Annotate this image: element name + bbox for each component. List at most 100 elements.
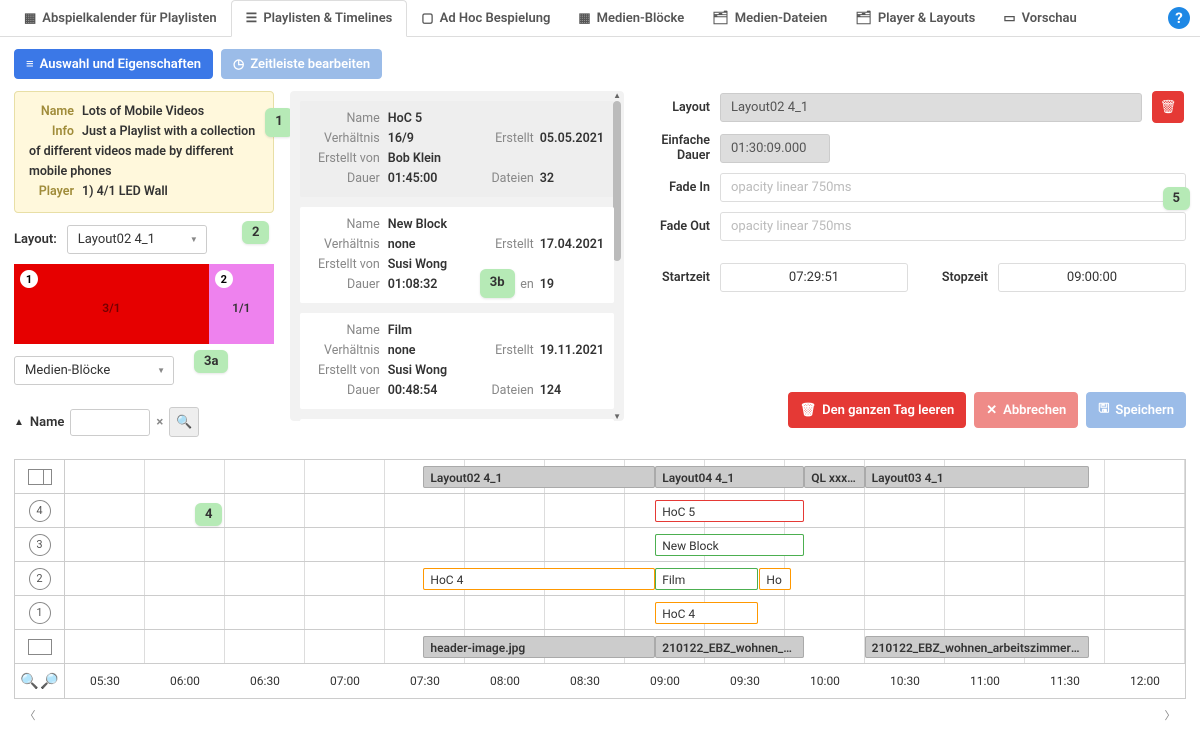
badge-2: 2 bbox=[242, 221, 269, 244]
timeline-head-footer bbox=[15, 630, 65, 663]
toolbar: ≡Auswahl und Eigenschaften ◷Zeitleiste b… bbox=[0, 37, 1200, 91]
delete-button[interactable]: 🗑 bbox=[1152, 91, 1184, 123]
scrollbar[interactable] bbox=[613, 101, 621, 261]
square-icon: ▢ bbox=[421, 11, 433, 26]
time-label: 12:00 bbox=[1105, 664, 1185, 698]
timeline-bar[interactable]: QL xxx vi... bbox=[804, 466, 864, 488]
badge-3b: 3b bbox=[480, 269, 515, 298]
timeline-bar[interactable]: Film bbox=[655, 568, 758, 590]
time-label: 06:00 bbox=[145, 664, 225, 698]
sort-asc-icon[interactable]: ▲ bbox=[14, 417, 24, 428]
layout-label: Layout: bbox=[14, 232, 57, 247]
timeline-bar[interactable]: HoC 4 bbox=[423, 568, 655, 590]
chevron-left-icon[interactable]: 〈 bbox=[22, 707, 38, 723]
timeline-bar[interactable]: HoC 4 bbox=[655, 602, 758, 624]
block-type-select[interactable]: Medien-Blöcke bbox=[14, 356, 174, 385]
search-icon: 🔍 bbox=[176, 415, 192, 430]
time-label: 06:30 bbox=[225, 664, 305, 698]
block-card[interactable]: NameHoC 4 VerhältnisnoneErstellt01.06.20… bbox=[300, 419, 614, 421]
files-icon: 🗂 bbox=[712, 11, 729, 26]
grid-icon: ▦ bbox=[578, 11, 590, 26]
zoom-out-icon: 🔎 bbox=[40, 672, 59, 690]
badge-5: 5 bbox=[1163, 187, 1190, 210]
trash-icon: 🗑 bbox=[800, 403, 817, 418]
block-card[interactable]: NameFilm VerhältnisnoneErstellt19.11.202… bbox=[300, 313, 614, 409]
timeline-bar[interactable]: 210122_EBZ_wohnen_arbeitszimmer_00... bbox=[865, 636, 1089, 658]
search-button[interactable]: 🔍 bbox=[169, 407, 199, 437]
scroll-up-icon[interactable]: ▲ bbox=[613, 91, 621, 100]
edit-timeline-button[interactable]: ◷Zeitleiste bearbeiten bbox=[221, 49, 382, 79]
timeline-bar[interactable]: header-image.jpg bbox=[423, 636, 655, 658]
timeline: Layout02 4_1Layout04 4_1QL xxx vi...Layo… bbox=[14, 459, 1186, 699]
time-label: 10:00 bbox=[785, 664, 865, 698]
block-card[interactable]: NameNew Block VerhältnisnoneErstellt17.0… bbox=[300, 207, 614, 303]
layers-icon: 🗂 bbox=[855, 11, 872, 26]
time-label: 05:30 bbox=[65, 664, 145, 698]
fadein-input[interactable] bbox=[720, 173, 1186, 202]
time-label: 09:30 bbox=[705, 664, 785, 698]
cancel-button[interactable]: ✕Abbrechen bbox=[974, 392, 1078, 428]
chevron-right-icon[interactable]: 〉 bbox=[1162, 707, 1178, 723]
timeline-bar[interactable]: Ho bbox=[759, 568, 790, 590]
starttime-input[interactable] bbox=[720, 263, 908, 292]
list-icon: ≡ bbox=[26, 56, 34, 72]
block-list: ▲ ▼ NameHoC 5 Verhältnis16/9Erstellt05.0… bbox=[290, 91, 624, 421]
time-label: 11:30 bbox=[1025, 664, 1105, 698]
scroll-down-icon[interactable]: ▼ bbox=[613, 412, 621, 421]
layout-preview: 13/1 21/1 bbox=[14, 264, 274, 344]
block-card[interactable]: NameHoC 5 Verhältnis16/9Erstellt05.05.20… bbox=[300, 101, 614, 197]
horizontal-scrollbar[interactable]: 〈 〉 bbox=[14, 703, 1186, 727]
clear-filter-icon[interactable]: × bbox=[156, 415, 163, 430]
list-icon: ☰ bbox=[246, 11, 258, 26]
timeline-bar[interactable]: Layout02 4_1 bbox=[423, 466, 655, 488]
timeline-bar[interactable]: 210122_EBZ_wohnen_ha... bbox=[655, 636, 804, 658]
trash-icon: 🗑 bbox=[1160, 100, 1177, 115]
fadeout-input[interactable] bbox=[720, 212, 1186, 241]
save-icon: 🖫 bbox=[1098, 399, 1109, 421]
playlist-info-box: NameLots of Mobile Videos InfoJust a Pla… bbox=[14, 91, 274, 213]
layout-select[interactable]: Layout02 4_1 bbox=[67, 225, 207, 254]
duration-value: 01:30:09.000 bbox=[720, 134, 830, 163]
save-button[interactable]: 🖫Speichern bbox=[1086, 392, 1186, 428]
time-label: 09:00 bbox=[625, 664, 705, 698]
layout-label: Layout bbox=[640, 100, 710, 115]
timeline-bar[interactable]: Layout04 4_1 bbox=[655, 466, 804, 488]
vr-icon: ▭ bbox=[1003, 11, 1015, 26]
stoptime-input[interactable] bbox=[998, 263, 1186, 292]
tab-preview[interactable]: ▭Vorschau bbox=[989, 1, 1090, 36]
starttime-label: Startzeit bbox=[640, 270, 710, 285]
tab-blocks[interactable]: ▦Medien-Blöcke bbox=[564, 1, 698, 36]
fadeout-label: Fade Out bbox=[640, 219, 710, 234]
clock-icon: ◷ bbox=[233, 57, 244, 72]
time-label: 10:30 bbox=[865, 664, 945, 698]
timeline-head-4: 4 bbox=[15, 494, 65, 527]
select-properties-button[interactable]: ≡Auswahl und Eigenschaften bbox=[14, 49, 213, 79]
tab-files[interactable]: 🗂Medien-Dateien bbox=[698, 1, 841, 36]
timeline-bar[interactable]: HoC 5 bbox=[655, 500, 804, 522]
filter-input[interactable] bbox=[70, 409, 150, 436]
close-icon: ✕ bbox=[986, 403, 997, 418]
tab-player[interactable]: 🗂Player & Layouts bbox=[841, 1, 989, 36]
fadein-label: Fade In bbox=[640, 180, 710, 195]
zoom-controls[interactable]: 🔍🔎 bbox=[15, 664, 65, 698]
zoom-in-icon: 🔍 bbox=[20, 672, 39, 690]
timeline-bar[interactable]: Layout03 4_1 bbox=[865, 466, 1089, 488]
stoptime-label: Stopzeit bbox=[918, 270, 988, 285]
timeline-bar[interactable]: New Block bbox=[655, 534, 804, 556]
time-label: 07:00 bbox=[305, 664, 385, 698]
help-icon[interactable]: ? bbox=[1168, 7, 1190, 29]
tab-playlists[interactable]: ☰Playlisten & Timelines bbox=[231, 0, 408, 37]
badge-1: 1 bbox=[265, 108, 292, 137]
badge-4: 4 bbox=[195, 503, 222, 526]
badge-3a: 3a bbox=[194, 350, 228, 373]
duration-label: Einfache Dauer bbox=[640, 133, 710, 163]
timeline-head-3: 3 bbox=[15, 528, 65, 561]
clear-day-button[interactable]: 🗑Den ganzen Tag leeren bbox=[788, 392, 967, 428]
timeline-head-2: 2 bbox=[15, 562, 65, 595]
time-label: 08:30 bbox=[545, 664, 625, 698]
top-nav: ▦Abspielkalender für Playlisten ☰Playlis… bbox=[0, 0, 1200, 37]
tab-calendar[interactable]: ▦Abspielkalender für Playlisten bbox=[10, 1, 231, 36]
time-label: 11:00 bbox=[945, 664, 1025, 698]
timeline-head-layout bbox=[15, 460, 65, 493]
tab-adhoc[interactable]: ▢Ad Hoc Bespielung bbox=[407, 1, 564, 36]
